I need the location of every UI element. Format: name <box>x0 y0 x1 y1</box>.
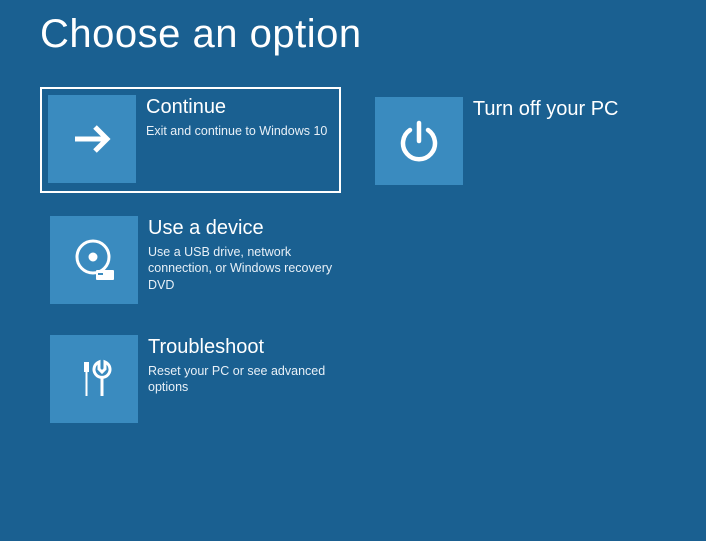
continue-title: Continue <box>146 95 327 119</box>
use-device-tile[interactable]: Use a device Use a USB drive, network co… <box>40 206 362 312</box>
continue-text: Continue Exit and continue to Windows 10 <box>136 95 327 185</box>
continue-desc: Exit and continue to Windows 10 <box>146 123 327 139</box>
use-device-text: Use a device Use a USB drive, network co… <box>138 216 352 302</box>
tools-icon <box>50 335 138 423</box>
turn-off-tile[interactable]: Turn off your PC <box>365 87 666 193</box>
troubleshoot-tile[interactable]: Troubleshoot Reset your PC or see advanc… <box>40 325 362 431</box>
troubleshoot-desc: Reset your PC or see advanced options <box>148 363 352 396</box>
turn-off-title: Turn off your PC <box>473 97 619 121</box>
troubleshoot-text: Troubleshoot Reset your PC or see advanc… <box>138 335 352 421</box>
power-icon <box>375 97 463 185</box>
options-grid: Continue Exit and continue to Windows 10… <box>40 87 666 431</box>
options-row-1: Continue Exit and continue to Windows 10… <box>40 87 666 193</box>
continue-tile[interactable]: Continue Exit and continue to Windows 10 <box>40 87 341 193</box>
use-device-desc: Use a USB drive, network connection, or … <box>148 244 352 293</box>
arrow-right-icon <box>48 95 136 183</box>
options-row-3: Troubleshoot Reset your PC or see advanc… <box>40 325 666 431</box>
options-row-2: Use a device Use a USB drive, network co… <box>40 206 666 312</box>
turn-off-text: Turn off your PC <box>463 97 619 183</box>
page-title: Choose an option <box>40 12 666 57</box>
use-device-title: Use a device <box>148 216 352 240</box>
troubleshoot-title: Troubleshoot <box>148 335 352 359</box>
disc-drive-icon <box>50 216 138 304</box>
